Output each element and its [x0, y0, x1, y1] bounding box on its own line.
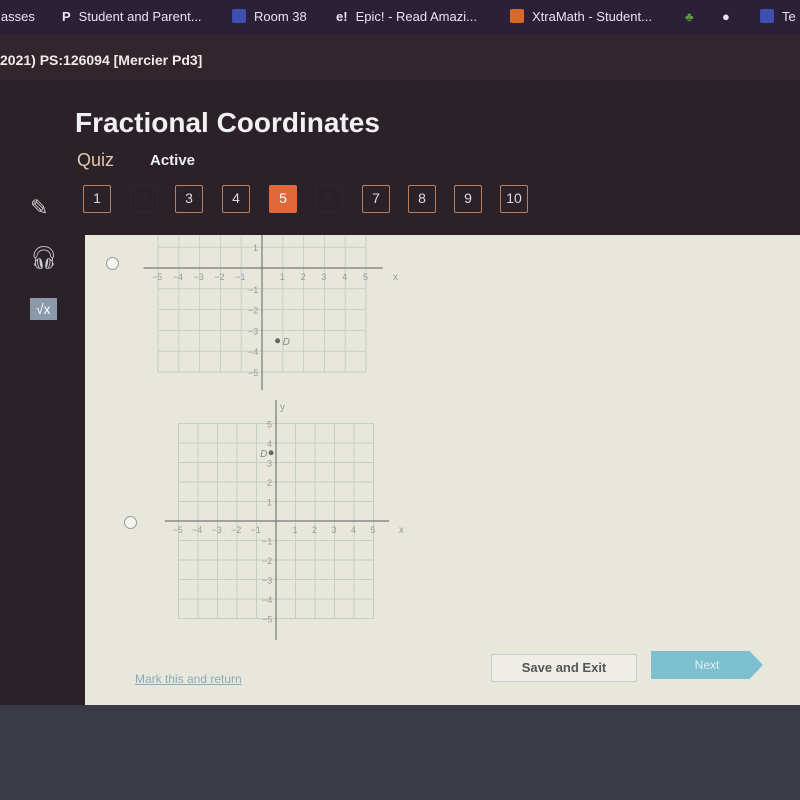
bookmark-classes[interactable]: lasses	[0, 9, 35, 24]
y-tick-label: −5	[248, 368, 258, 378]
globe-icon[interactable]: ●	[722, 9, 730, 24]
x-tick-label: 4	[342, 272, 347, 282]
x-tick-label: −5	[173, 525, 183, 535]
x-tick-label: −1	[235, 272, 245, 282]
bookmark-student-parent[interactable]: P Student and Parent...	[62, 9, 202, 24]
bookmark-label: Te	[782, 9, 796, 24]
question-7-button[interactable]: 7	[362, 185, 390, 213]
classroom-icon	[760, 9, 774, 23]
y-tick-label: −2	[262, 556, 272, 566]
x-axis-label: x	[393, 272, 398, 283]
x-tick-label: −5	[152, 272, 162, 282]
x-tick-label: −4	[173, 272, 183, 282]
y-axis-label: y	[280, 402, 285, 413]
bookmark-label: XtraMath - Student...	[532, 9, 652, 24]
course-name: 2021) PS:126094 [Mercier Pd3]	[0, 52, 203, 68]
plant-icon[interactable]: ♣	[685, 9, 694, 24]
y-tick-label: 2	[267, 478, 272, 488]
p-logo-icon: P	[62, 9, 71, 24]
sqrt-icon[interactable]: √x	[30, 298, 57, 320]
bookmarks-bar: lasses P Student and Parent... Room 38 e!…	[0, 0, 800, 34]
y-tick-label: −5	[262, 615, 272, 625]
bookmark-epic[interactable]: e! Epic! - Read Amazi...	[336, 9, 477, 24]
y-tick-label: −2	[248, 306, 258, 316]
mark-and-return-link[interactable]: Mark this and return	[135, 672, 242, 686]
x-tick-label: 3	[321, 272, 326, 282]
question-1-button[interactable]: 1	[83, 185, 111, 213]
epic-icon: e!	[336, 9, 348, 24]
y-tick-label: 5	[267, 420, 272, 430]
course-header: 2021) PS:126094 [Mercier Pd3]	[0, 34, 800, 80]
x-tick-label: 1	[280, 272, 285, 282]
point-d	[275, 338, 281, 344]
y-tick-label: −3	[262, 576, 272, 586]
x-tick-label: 1	[293, 525, 298, 535]
page-title: Fractional Coordinates	[75, 107, 380, 138]
y-tick-label: 1	[253, 243, 258, 253]
question-8-button[interactable]: 8	[408, 185, 436, 213]
question-3-button[interactable]: 3	[175, 185, 203, 213]
y-tick-label: 3	[267, 459, 272, 469]
x-tick-label: 5	[371, 525, 376, 535]
quiz-label: Quiz	[77, 150, 115, 170]
point-label: D	[260, 449, 267, 460]
next-button[interactable]: Next	[651, 651, 763, 679]
x-tick-label: −2	[214, 272, 224, 282]
bookmark-room-38[interactable]: Room 38	[232, 9, 307, 24]
x-tick-label: −2	[231, 525, 241, 535]
question-6-button[interactable]: 6	[315, 185, 343, 213]
bookmark-te[interactable]: Te	[760, 9, 796, 24]
y-tick-label: −3	[248, 326, 258, 336]
x-tick-label: −3	[194, 272, 204, 282]
pencil-icon[interactable]: ✎	[30, 195, 48, 221]
x-tick-label: −4	[192, 525, 202, 535]
bookmark-label: Epic! - Read Amazi...	[355, 9, 477, 24]
bookmark-xtramath[interactable]: XtraMath - Student...	[510, 9, 652, 24]
x-tick-label: 2	[312, 525, 317, 535]
x-tick-label: −1	[251, 525, 261, 535]
save-and-exit-button[interactable]: Save and Exit	[491, 654, 637, 682]
x-tick-label: 2	[301, 272, 306, 282]
headphones-icon[interactable]: 🎧︎	[30, 245, 58, 271]
y-tick-label: −1	[262, 537, 272, 547]
y-tick-label: 1	[267, 498, 272, 508]
x-tick-label: 5	[363, 272, 368, 282]
question-5-button[interactable]: 5	[269, 185, 297, 213]
x-tick-label: 3	[332, 525, 337, 535]
bookmark-label: Student and Parent...	[78, 9, 202, 24]
xtramath-icon	[510, 9, 524, 23]
x-tick-label: −3	[212, 525, 222, 535]
bookmark-label: Room 38	[254, 9, 307, 24]
y-tick-label: −4	[248, 347, 258, 357]
y-tick-label: −4	[262, 595, 272, 605]
question-9-button[interactable]: 9	[454, 185, 482, 213]
x-tick-label: 4	[351, 525, 356, 535]
graphs: x−5−5−4−4−3−3−2−2−1−1112 3 4 5Dxy−5−5−4−4−3…	[143, 235, 404, 640]
y-tick-label: −1	[248, 285, 258, 295]
screen-bezel	[0, 705, 800, 800]
question-4-button[interactable]: 4	[222, 185, 250, 213]
y-tick-label: 4	[267, 439, 272, 449]
question-10-button[interactable]: 10	[500, 185, 528, 213]
x-axis-label: x	[399, 525, 404, 536]
question-panel: x −5 −5 −4 −4 −3 −3 −2 −2 −1 −1 1 1 2 3 4 5 Dx y −5 −5 −4 −4 −3…	[85, 235, 800, 705]
point-label: D	[283, 337, 290, 348]
classroom-icon	[232, 9, 246, 23]
question-2-button[interactable]: 2	[130, 185, 158, 213]
point-d	[268, 450, 274, 456]
status-label: Active	[150, 152, 196, 169]
